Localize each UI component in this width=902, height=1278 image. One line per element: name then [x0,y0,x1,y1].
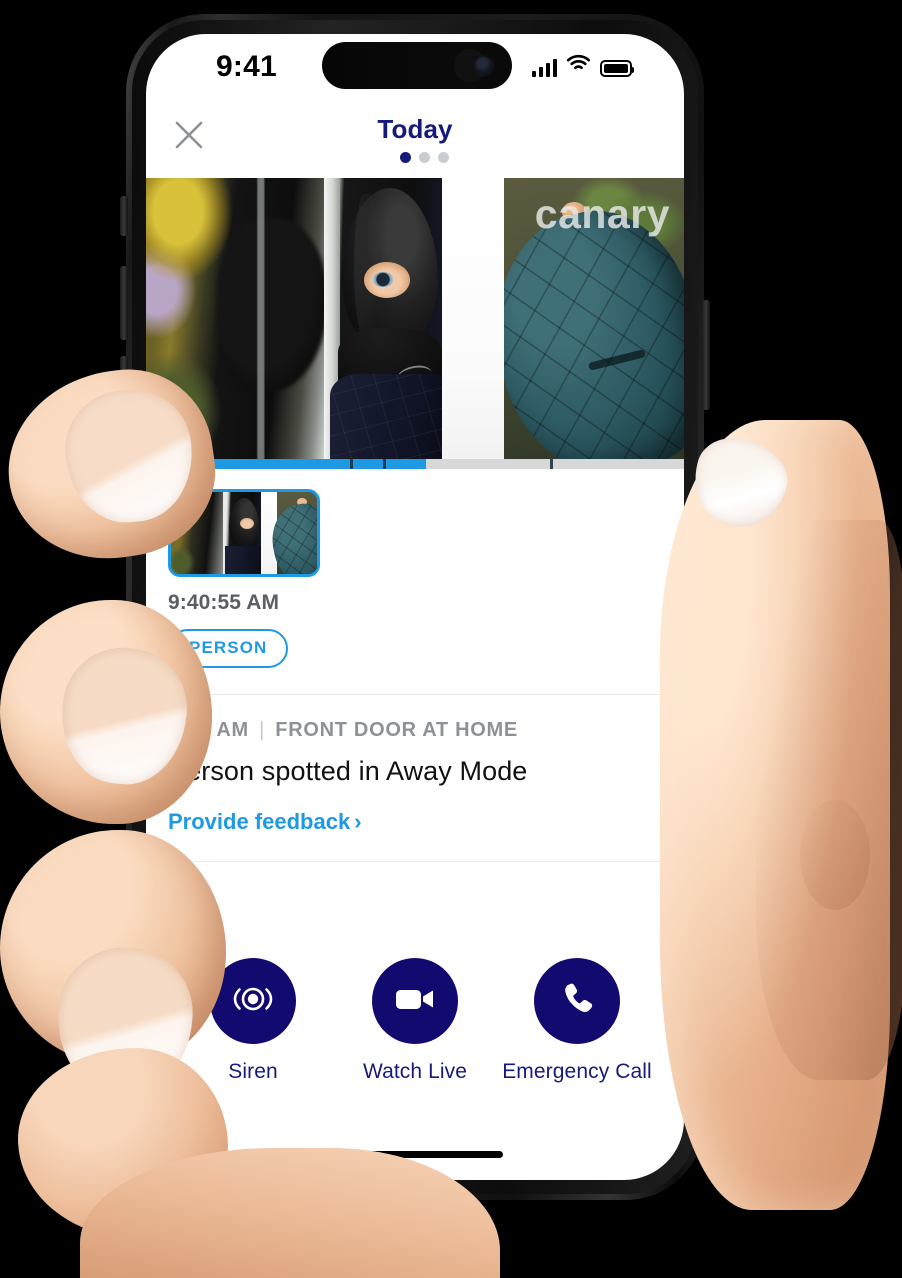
dynamic-island [322,42,512,89]
thumb-pane-person [223,492,261,574]
chevron-right-icon: › [354,809,362,834]
page-title: Today [377,114,453,144]
emergency-call-label: Emergency Call [502,1060,652,1083]
event-meta: 9:40 AM | FRONT DOOR AT HOME [168,719,684,742]
section-divider-2 [168,861,684,862]
video-pane-exterior [146,178,324,459]
thumb-pane-jacket [265,492,317,574]
screenshot-root: 9:41 Today canary 9:40:55 AM PERSON 9:40… [0,0,902,1278]
event-title: Person spotted in Away Mode [168,756,528,786]
scrubber-tick [350,459,354,469]
provide-feedback-link[interactable]: Provide feedback › [168,809,362,835]
quilted-torso [330,374,442,459]
cellular-bars-icon [531,58,557,77]
front-camera-icon [475,56,493,75]
palm-crease [800,800,870,910]
video-camera-icon [394,984,436,1019]
scrubber-tick [549,459,553,469]
phone-handset-icon [558,980,596,1023]
page-dot-2[interactable] [419,152,430,163]
video-pane-white-gap [442,178,504,459]
nav-bar: Today [146,98,684,178]
provide-feedback-label: Provide feedback [168,809,351,834]
clip-thumbnail[interactable] [168,489,320,577]
emergency-call-button-circle [534,958,620,1044]
page-dot-3[interactable] [438,152,449,163]
thumb-body [225,546,261,574]
video-pane-jacket-foliage: canary [504,178,684,459]
clip-timestamp: 9:40:55 AM [168,591,280,614]
page-dot-1[interactable] [400,152,411,163]
clip-section: 9:40:55 AM PERSON [146,469,684,694]
meta-divider: | [259,719,266,741]
eye-hole [364,262,410,298]
watch-live-button-circle [372,958,458,1044]
scrubber-tick [382,459,386,469]
video-scrubber[interactable] [146,459,684,469]
action-bar: Siren Watch Live Emergency Call [146,958,684,1084]
volume-down-button[interactable] [120,356,128,430]
watch-live-label: Watch Live [362,1060,468,1083]
page-indicator-dots[interactable] [146,152,684,163]
event-time: 9:40 AM [168,719,249,741]
thumb-pane-exterior [171,492,223,574]
home-indicator[interactable] [327,1151,503,1158]
silence-switch[interactable] [120,196,128,236]
watch-live-button[interactable]: Watch Live [340,958,490,1084]
volume-up-button[interactable] [120,266,128,340]
event-location: FRONT DOOR AT HOME [275,719,518,741]
status-badge-person[interactable]: PERSON [168,629,289,668]
battery-full-icon [600,60,634,77]
status-bar: 9:41 [146,34,684,98]
power-button[interactable] [702,300,710,410]
palm-shadow [756,520,902,1080]
status-bar-indicators [531,53,634,77]
video-pane-masked-person [324,178,442,459]
clip-tag-row: PERSON [168,629,684,668]
siren-button-circle [210,958,296,1044]
canary-watermark: canary [534,191,670,237]
siren-broadcast-icon [230,982,276,1021]
event-video-player[interactable]: canary [146,178,684,459]
wifi-icon [566,53,591,77]
siren-label: Siren [228,1060,278,1083]
emergency-call-button[interactable]: Emergency Call [502,958,652,1084]
status-bar-clock: 9:41 [216,50,277,83]
thumb-eye [240,518,254,529]
event-detail-section: 9:40 AM | FRONT DOOR AT HOME Person spot… [146,695,684,862]
siren-button[interactable]: Siren [178,958,328,1084]
phone-screen: 9:41 Today canary 9:40:55 AM PERSON 9:40… [146,34,684,1180]
